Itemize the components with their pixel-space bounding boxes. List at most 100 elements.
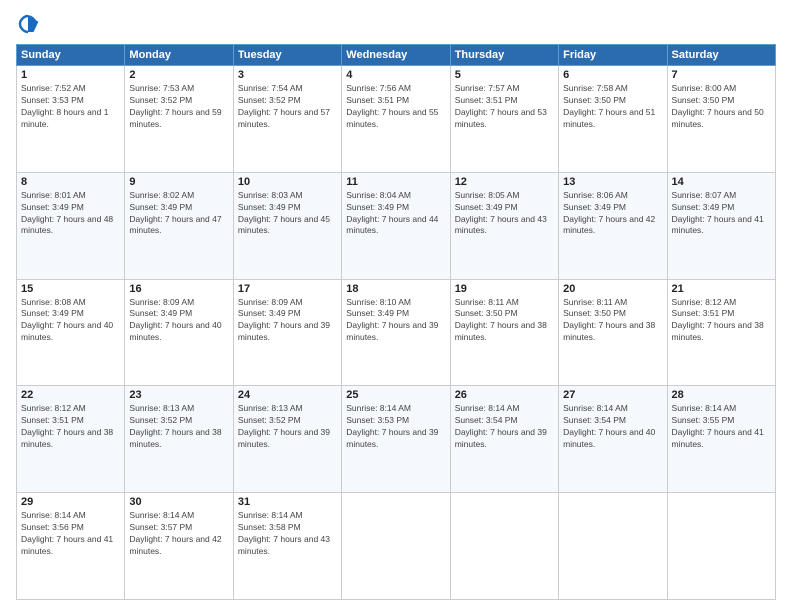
day-number: 8	[21, 176, 120, 188]
day-cell: 13 Sunrise: 8:06 AM Sunset: 3:49 PM Dayl…	[559, 172, 667, 279]
logo	[16, 12, 44, 36]
day-info: Sunrise: 8:14 AM Sunset: 3:53 PM Dayligh…	[346, 403, 445, 451]
day-info: Sunrise: 7:53 AM Sunset: 3:52 PM Dayligh…	[129, 83, 228, 131]
day-cell	[450, 493, 558, 600]
day-info: Sunrise: 8:06 AM Sunset: 3:49 PM Dayligh…	[563, 190, 662, 238]
day-cell: 11 Sunrise: 8:04 AM Sunset: 3:49 PM Dayl…	[342, 172, 450, 279]
day-info: Sunrise: 8:14 AM Sunset: 3:58 PM Dayligh…	[238, 510, 337, 558]
week-row-5: 29 Sunrise: 8:14 AM Sunset: 3:56 PM Dayl…	[17, 493, 776, 600]
page: SundayMondayTuesdayWednesdayThursdayFrid…	[0, 0, 792, 612]
day-number: 23	[129, 389, 228, 401]
day-cell: 23 Sunrise: 8:13 AM Sunset: 3:52 PM Dayl…	[125, 386, 233, 493]
day-number: 29	[21, 496, 120, 508]
day-number: 17	[238, 283, 337, 295]
day-number: 27	[563, 389, 662, 401]
day-info: Sunrise: 7:52 AM Sunset: 3:53 PM Dayligh…	[21, 83, 120, 131]
day-cell: 8 Sunrise: 8:01 AM Sunset: 3:49 PM Dayli…	[17, 172, 125, 279]
day-cell: 25 Sunrise: 8:14 AM Sunset: 3:53 PM Dayl…	[342, 386, 450, 493]
day-number: 6	[563, 69, 662, 81]
day-number: 28	[672, 389, 771, 401]
day-number: 16	[129, 283, 228, 295]
day-number: 20	[563, 283, 662, 295]
day-number: 2	[129, 69, 228, 81]
day-info: Sunrise: 7:56 AM Sunset: 3:51 PM Dayligh…	[346, 83, 445, 131]
day-number: 9	[129, 176, 228, 188]
day-cell: 26 Sunrise: 8:14 AM Sunset: 3:54 PM Dayl…	[450, 386, 558, 493]
header-saturday: Saturday	[667, 45, 775, 66]
day-info: Sunrise: 8:07 AM Sunset: 3:49 PM Dayligh…	[672, 190, 771, 238]
day-cell: 30 Sunrise: 8:14 AM Sunset: 3:57 PM Dayl…	[125, 493, 233, 600]
day-info: Sunrise: 8:11 AM Sunset: 3:50 PM Dayligh…	[563, 297, 662, 345]
day-cell: 4 Sunrise: 7:56 AM Sunset: 3:51 PM Dayli…	[342, 66, 450, 173]
day-number: 14	[672, 176, 771, 188]
week-row-2: 8 Sunrise: 8:01 AM Sunset: 3:49 PM Dayli…	[17, 172, 776, 279]
day-info: Sunrise: 8:14 AM Sunset: 3:57 PM Dayligh…	[129, 510, 228, 558]
calendar-table: SundayMondayTuesdayWednesdayThursdayFrid…	[16, 44, 776, 600]
day-info: Sunrise: 8:00 AM Sunset: 3:50 PM Dayligh…	[672, 83, 771, 131]
day-number: 26	[455, 389, 554, 401]
day-cell: 2 Sunrise: 7:53 AM Sunset: 3:52 PM Dayli…	[125, 66, 233, 173]
day-number: 30	[129, 496, 228, 508]
day-number: 15	[21, 283, 120, 295]
day-info: Sunrise: 8:14 AM Sunset: 3:56 PM Dayligh…	[21, 510, 120, 558]
day-cell: 27 Sunrise: 8:14 AM Sunset: 3:54 PM Dayl…	[559, 386, 667, 493]
day-info: Sunrise: 8:09 AM Sunset: 3:49 PM Dayligh…	[129, 297, 228, 345]
day-info: Sunrise: 8:02 AM Sunset: 3:49 PM Dayligh…	[129, 190, 228, 238]
day-info: Sunrise: 8:13 AM Sunset: 3:52 PM Dayligh…	[238, 403, 337, 451]
day-number: 3	[238, 69, 337, 81]
day-cell: 7 Sunrise: 8:00 AM Sunset: 3:50 PM Dayli…	[667, 66, 775, 173]
day-info: Sunrise: 8:12 AM Sunset: 3:51 PM Dayligh…	[21, 403, 120, 451]
day-info: Sunrise: 8:14 AM Sunset: 3:54 PM Dayligh…	[455, 403, 554, 451]
day-number: 7	[672, 69, 771, 81]
calendar-header-row: SundayMondayTuesdayWednesdayThursdayFrid…	[17, 45, 776, 66]
day-cell: 12 Sunrise: 8:05 AM Sunset: 3:49 PM Dayl…	[450, 172, 558, 279]
header	[16, 12, 776, 36]
day-cell: 15 Sunrise: 8:08 AM Sunset: 3:49 PM Dayl…	[17, 279, 125, 386]
day-number: 11	[346, 176, 445, 188]
day-info: Sunrise: 8:14 AM Sunset: 3:54 PM Dayligh…	[563, 403, 662, 451]
logo-icon	[16, 12, 40, 36]
header-sunday: Sunday	[17, 45, 125, 66]
day-number: 4	[346, 69, 445, 81]
day-cell: 3 Sunrise: 7:54 AM Sunset: 3:52 PM Dayli…	[233, 66, 341, 173]
day-cell: 31 Sunrise: 8:14 AM Sunset: 3:58 PM Dayl…	[233, 493, 341, 600]
day-info: Sunrise: 8:13 AM Sunset: 3:52 PM Dayligh…	[129, 403, 228, 451]
day-number: 10	[238, 176, 337, 188]
day-number: 1	[21, 69, 120, 81]
day-cell: 9 Sunrise: 8:02 AM Sunset: 3:49 PM Dayli…	[125, 172, 233, 279]
day-cell: 22 Sunrise: 8:12 AM Sunset: 3:51 PM Dayl…	[17, 386, 125, 493]
day-cell: 21 Sunrise: 8:12 AM Sunset: 3:51 PM Dayl…	[667, 279, 775, 386]
day-cell: 16 Sunrise: 8:09 AM Sunset: 3:49 PM Dayl…	[125, 279, 233, 386]
day-number: 24	[238, 389, 337, 401]
day-info: Sunrise: 7:57 AM Sunset: 3:51 PM Dayligh…	[455, 83, 554, 131]
day-info: Sunrise: 8:04 AM Sunset: 3:49 PM Dayligh…	[346, 190, 445, 238]
day-info: Sunrise: 8:03 AM Sunset: 3:49 PM Dayligh…	[238, 190, 337, 238]
day-cell: 28 Sunrise: 8:14 AM Sunset: 3:55 PM Dayl…	[667, 386, 775, 493]
day-number: 21	[672, 283, 771, 295]
day-info: Sunrise: 8:14 AM Sunset: 3:55 PM Dayligh…	[672, 403, 771, 451]
day-info: Sunrise: 8:09 AM Sunset: 3:49 PM Dayligh…	[238, 297, 337, 345]
day-info: Sunrise: 8:08 AM Sunset: 3:49 PM Dayligh…	[21, 297, 120, 345]
day-number: 18	[346, 283, 445, 295]
day-cell: 5 Sunrise: 7:57 AM Sunset: 3:51 PM Dayli…	[450, 66, 558, 173]
day-number: 13	[563, 176, 662, 188]
day-cell: 1 Sunrise: 7:52 AM Sunset: 3:53 PM Dayli…	[17, 66, 125, 173]
header-friday: Friday	[559, 45, 667, 66]
day-cell: 20 Sunrise: 8:11 AM Sunset: 3:50 PM Dayl…	[559, 279, 667, 386]
day-cell	[342, 493, 450, 600]
week-row-1: 1 Sunrise: 7:52 AM Sunset: 3:53 PM Dayli…	[17, 66, 776, 173]
week-row-4: 22 Sunrise: 8:12 AM Sunset: 3:51 PM Dayl…	[17, 386, 776, 493]
day-info: Sunrise: 8:11 AM Sunset: 3:50 PM Dayligh…	[455, 297, 554, 345]
day-cell: 17 Sunrise: 8:09 AM Sunset: 3:49 PM Dayl…	[233, 279, 341, 386]
day-cell: 14 Sunrise: 8:07 AM Sunset: 3:49 PM Dayl…	[667, 172, 775, 279]
day-info: Sunrise: 8:12 AM Sunset: 3:51 PM Dayligh…	[672, 297, 771, 345]
header-tuesday: Tuesday	[233, 45, 341, 66]
day-cell: 24 Sunrise: 8:13 AM Sunset: 3:52 PM Dayl…	[233, 386, 341, 493]
day-info: Sunrise: 8:01 AM Sunset: 3:49 PM Dayligh…	[21, 190, 120, 238]
week-row-3: 15 Sunrise: 8:08 AM Sunset: 3:49 PM Dayl…	[17, 279, 776, 386]
day-info: Sunrise: 7:58 AM Sunset: 3:50 PM Dayligh…	[563, 83, 662, 131]
header-wednesday: Wednesday	[342, 45, 450, 66]
day-number: 12	[455, 176, 554, 188]
day-cell: 6 Sunrise: 7:58 AM Sunset: 3:50 PM Dayli…	[559, 66, 667, 173]
day-cell: 19 Sunrise: 8:11 AM Sunset: 3:50 PM Dayl…	[450, 279, 558, 386]
